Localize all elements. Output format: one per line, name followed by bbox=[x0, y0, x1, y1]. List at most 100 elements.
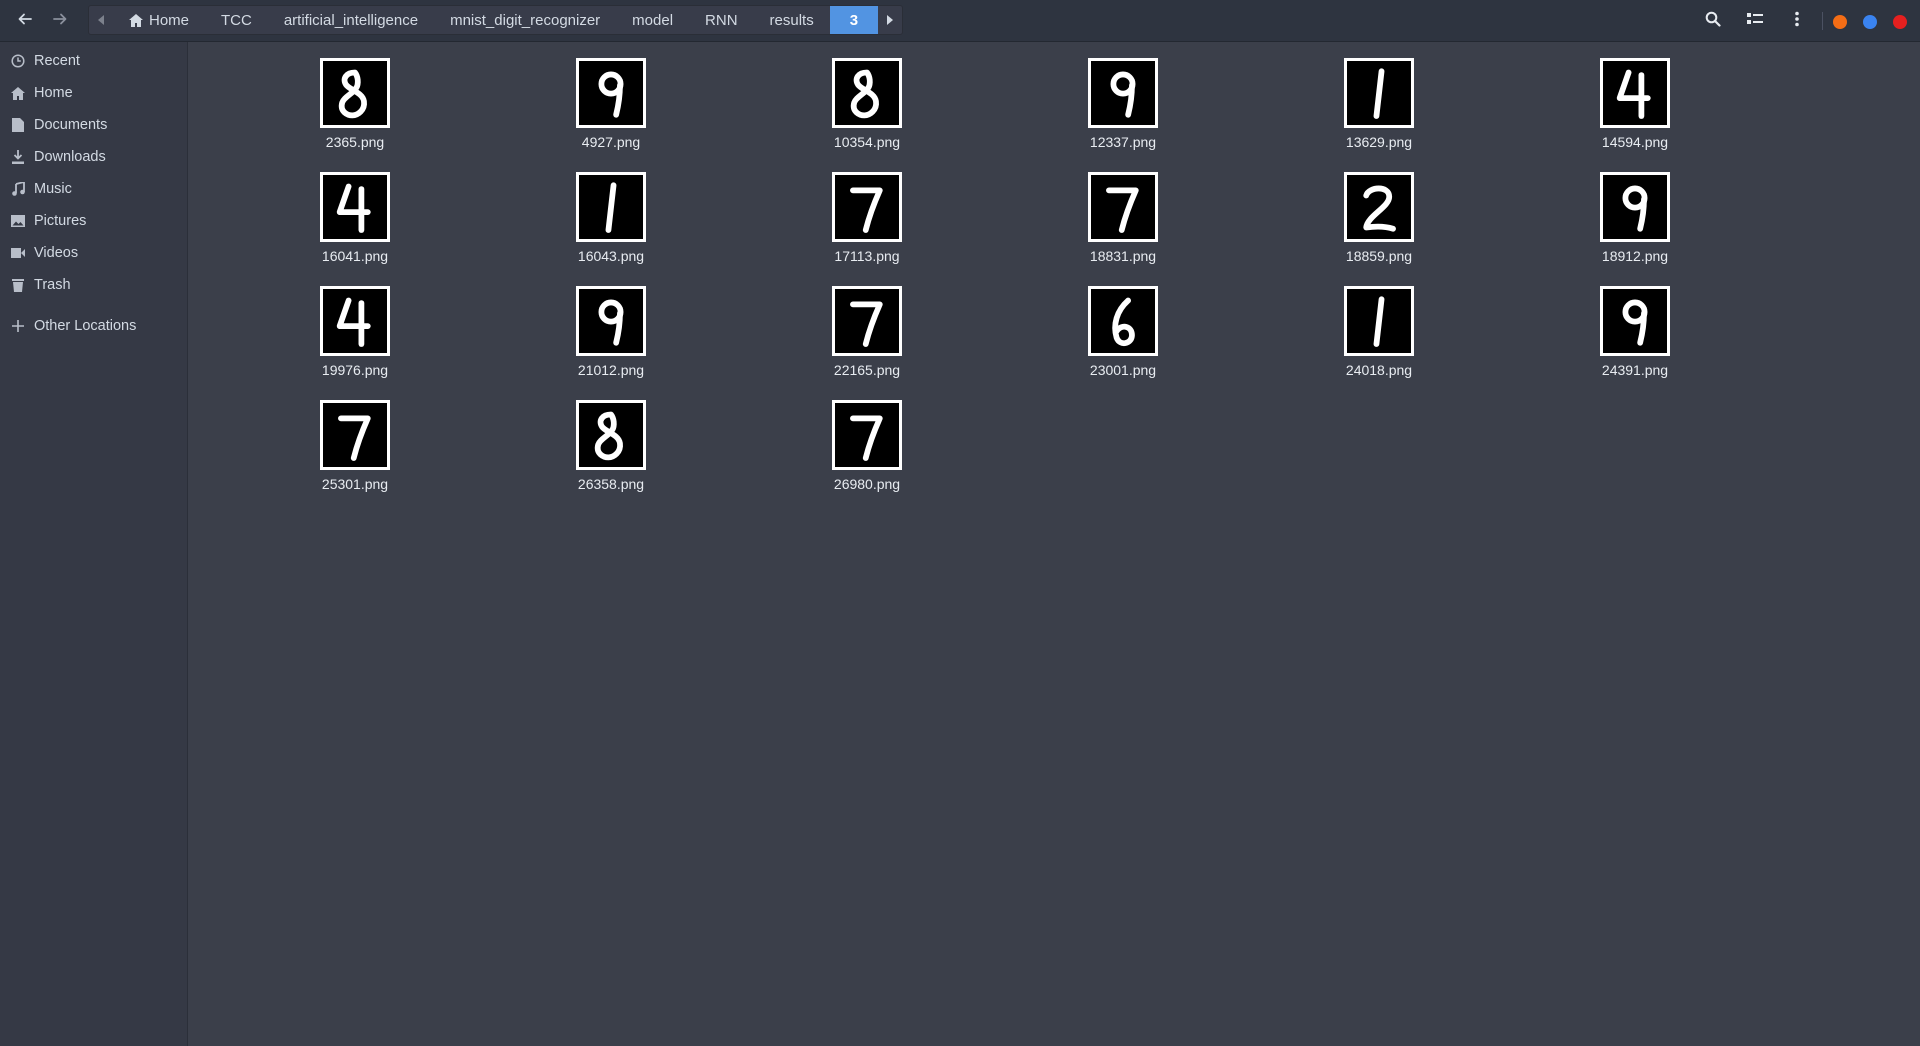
sidebar-item-label: Recent bbox=[34, 53, 80, 69]
download-icon bbox=[11, 150, 25, 164]
file-name: 17113.png bbox=[834, 248, 900, 264]
file-name: 10354.png bbox=[833, 134, 901, 150]
sidebar-item-downloads[interactable]: Downloads bbox=[0, 141, 188, 173]
breadcrumb-model[interactable]: model bbox=[616, 6, 689, 34]
breadcrumb-label: 3 bbox=[849, 11, 859, 29]
arrow-right-icon bbox=[52, 11, 68, 32]
breadcrumb-label: results bbox=[769, 11, 814, 29]
header-bar: Home TCC artificial_intelligence mnist_d… bbox=[0, 0, 1920, 42]
breadcrumb-current-3[interactable]: 3 bbox=[829, 6, 879, 34]
image-thumbnail bbox=[832, 400, 902, 470]
file-name: 18912.png bbox=[1601, 248, 1669, 264]
file-item[interactable]: 2365.png bbox=[286, 42, 414, 150]
sidebar-item-label: Downloads bbox=[34, 149, 106, 165]
image-thumbnail bbox=[1600, 58, 1670, 128]
breadcrumb-artificial-intelligence[interactable]: artificial_intelligence bbox=[268, 6, 434, 34]
file-item[interactable]: 16043.png bbox=[542, 156, 670, 264]
sidebar-item-videos[interactable]: Videos bbox=[0, 237, 188, 269]
file-item[interactable]: 24391.png bbox=[1566, 270, 1694, 378]
header-separator bbox=[1822, 12, 1823, 30]
clock-icon bbox=[11, 54, 25, 68]
breadcrumb: Home TCC artificial_intelligence mnist_d… bbox=[88, 5, 904, 35]
file-name: 12337.png bbox=[1089, 134, 1157, 150]
breadcrumb-results[interactable]: results bbox=[754, 6, 830, 34]
file-item[interactable]: 16041.png bbox=[286, 156, 414, 264]
file-item[interactable]: 13629.png bbox=[1310, 42, 1438, 150]
breadcrumb-mnist-digit-recognizer[interactable]: mnist_digit_recognizer bbox=[434, 6, 616, 34]
image-thumbnail bbox=[1088, 172, 1158, 242]
document-icon bbox=[11, 118, 25, 132]
file-item[interactable]: 18859.png bbox=[1310, 156, 1438, 264]
back-button[interactable] bbox=[13, 9, 37, 33]
menu-button[interactable] bbox=[1785, 9, 1809, 33]
sidebar-item-other-locations[interactable]: Other Locations bbox=[0, 310, 188, 342]
image-thumbnail bbox=[320, 286, 390, 356]
sidebar: Recent Home Documents Downloads Music Pi… bbox=[0, 42, 188, 1046]
file-item[interactable]: 24018.png bbox=[1310, 270, 1438, 378]
breadcrumb-scroll-left-button[interactable] bbox=[89, 6, 113, 34]
file-name: 21012.png bbox=[577, 362, 645, 378]
file-name: 24391.png bbox=[1601, 362, 1669, 378]
image-thumbnail bbox=[1088, 286, 1158, 356]
trash-icon bbox=[11, 278, 25, 292]
breadcrumb-rnn[interactable]: RNN bbox=[689, 6, 754, 34]
sidebar-item-pictures[interactable]: Pictures bbox=[0, 205, 188, 237]
triangle-right-icon bbox=[887, 12, 894, 29]
maximize-button[interactable] bbox=[1863, 15, 1877, 29]
sidebar-item-label: Trash bbox=[34, 277, 71, 293]
image-thumbnail bbox=[1600, 286, 1670, 356]
sidebar-item-trash[interactable]: Trash bbox=[0, 269, 188, 301]
minimize-button[interactable] bbox=[1833, 15, 1847, 29]
file-item[interactable]: 26980.png bbox=[798, 384, 926, 492]
file-item[interactable]: 21012.png bbox=[542, 270, 670, 378]
home-icon bbox=[11, 86, 25, 100]
forward-button[interactable] bbox=[48, 9, 72, 33]
file-item[interactable]: 22165.png bbox=[798, 270, 926, 378]
file-name: 2365.png bbox=[325, 134, 385, 150]
breadcrumb-home[interactable]: Home bbox=[113, 6, 205, 34]
music-icon bbox=[11, 182, 25, 196]
image-thumbnail bbox=[576, 286, 646, 356]
file-name: 26358.png bbox=[577, 476, 645, 492]
image-thumbnail bbox=[320, 58, 390, 128]
image-thumbnail bbox=[576, 172, 646, 242]
breadcrumb-scroll-right-button[interactable] bbox=[878, 6, 902, 34]
file-item[interactable]: 18912.png bbox=[1566, 156, 1694, 264]
file-item[interactable]: 12337.png bbox=[1054, 42, 1182, 150]
breadcrumb-label: artificial_intelligence bbox=[283, 11, 419, 29]
image-thumbnail bbox=[832, 286, 902, 356]
file-name: 4927.png bbox=[581, 134, 641, 150]
sidebar-item-documents[interactable]: Documents bbox=[0, 109, 188, 141]
file-item[interactable]: 23001.png bbox=[1054, 270, 1182, 378]
sidebar-item-label: Pictures bbox=[34, 213, 87, 229]
file-name: 16043.png bbox=[577, 248, 645, 264]
file-name: 16041.png bbox=[321, 248, 389, 264]
file-name: 18859.png bbox=[1345, 248, 1413, 264]
file-name: 25301.png bbox=[321, 476, 389, 492]
file-name: 22165.png bbox=[833, 362, 901, 378]
file-item[interactable]: 25301.png bbox=[286, 384, 414, 492]
file-name: 13629.png bbox=[1345, 134, 1413, 150]
video-icon bbox=[11, 246, 25, 260]
file-item[interactable]: 18831.png bbox=[1054, 156, 1182, 264]
image-thumbnail bbox=[1600, 172, 1670, 242]
image-thumbnail bbox=[576, 58, 646, 128]
image-thumbnail bbox=[1344, 286, 1414, 356]
breadcrumb-label: RNN bbox=[705, 11, 738, 29]
search-button[interactable] bbox=[1701, 9, 1725, 33]
sidebar-item-recent[interactable]: Recent bbox=[0, 45, 188, 77]
file-item[interactable]: 17113.png bbox=[798, 156, 926, 264]
file-item[interactable]: 26358.png bbox=[542, 384, 670, 492]
file-item[interactable]: 19976.png bbox=[286, 270, 414, 378]
image-thumbnail bbox=[832, 58, 902, 128]
sidebar-item-music[interactable]: Music bbox=[0, 173, 188, 205]
sidebar-item-home[interactable]: Home bbox=[0, 77, 188, 109]
file-item[interactable]: 4927.png bbox=[542, 42, 670, 150]
file-item[interactable]: 14594.png bbox=[1566, 42, 1694, 150]
file-item[interactable]: 10354.png bbox=[798, 42, 926, 150]
breadcrumb-label: TCC bbox=[221, 11, 252, 29]
close-button[interactable] bbox=[1893, 15, 1907, 29]
file-name: 23001.png bbox=[1089, 362, 1157, 378]
view-options-button[interactable] bbox=[1743, 9, 1767, 33]
breadcrumb-tcc[interactable]: TCC bbox=[205, 6, 268, 34]
